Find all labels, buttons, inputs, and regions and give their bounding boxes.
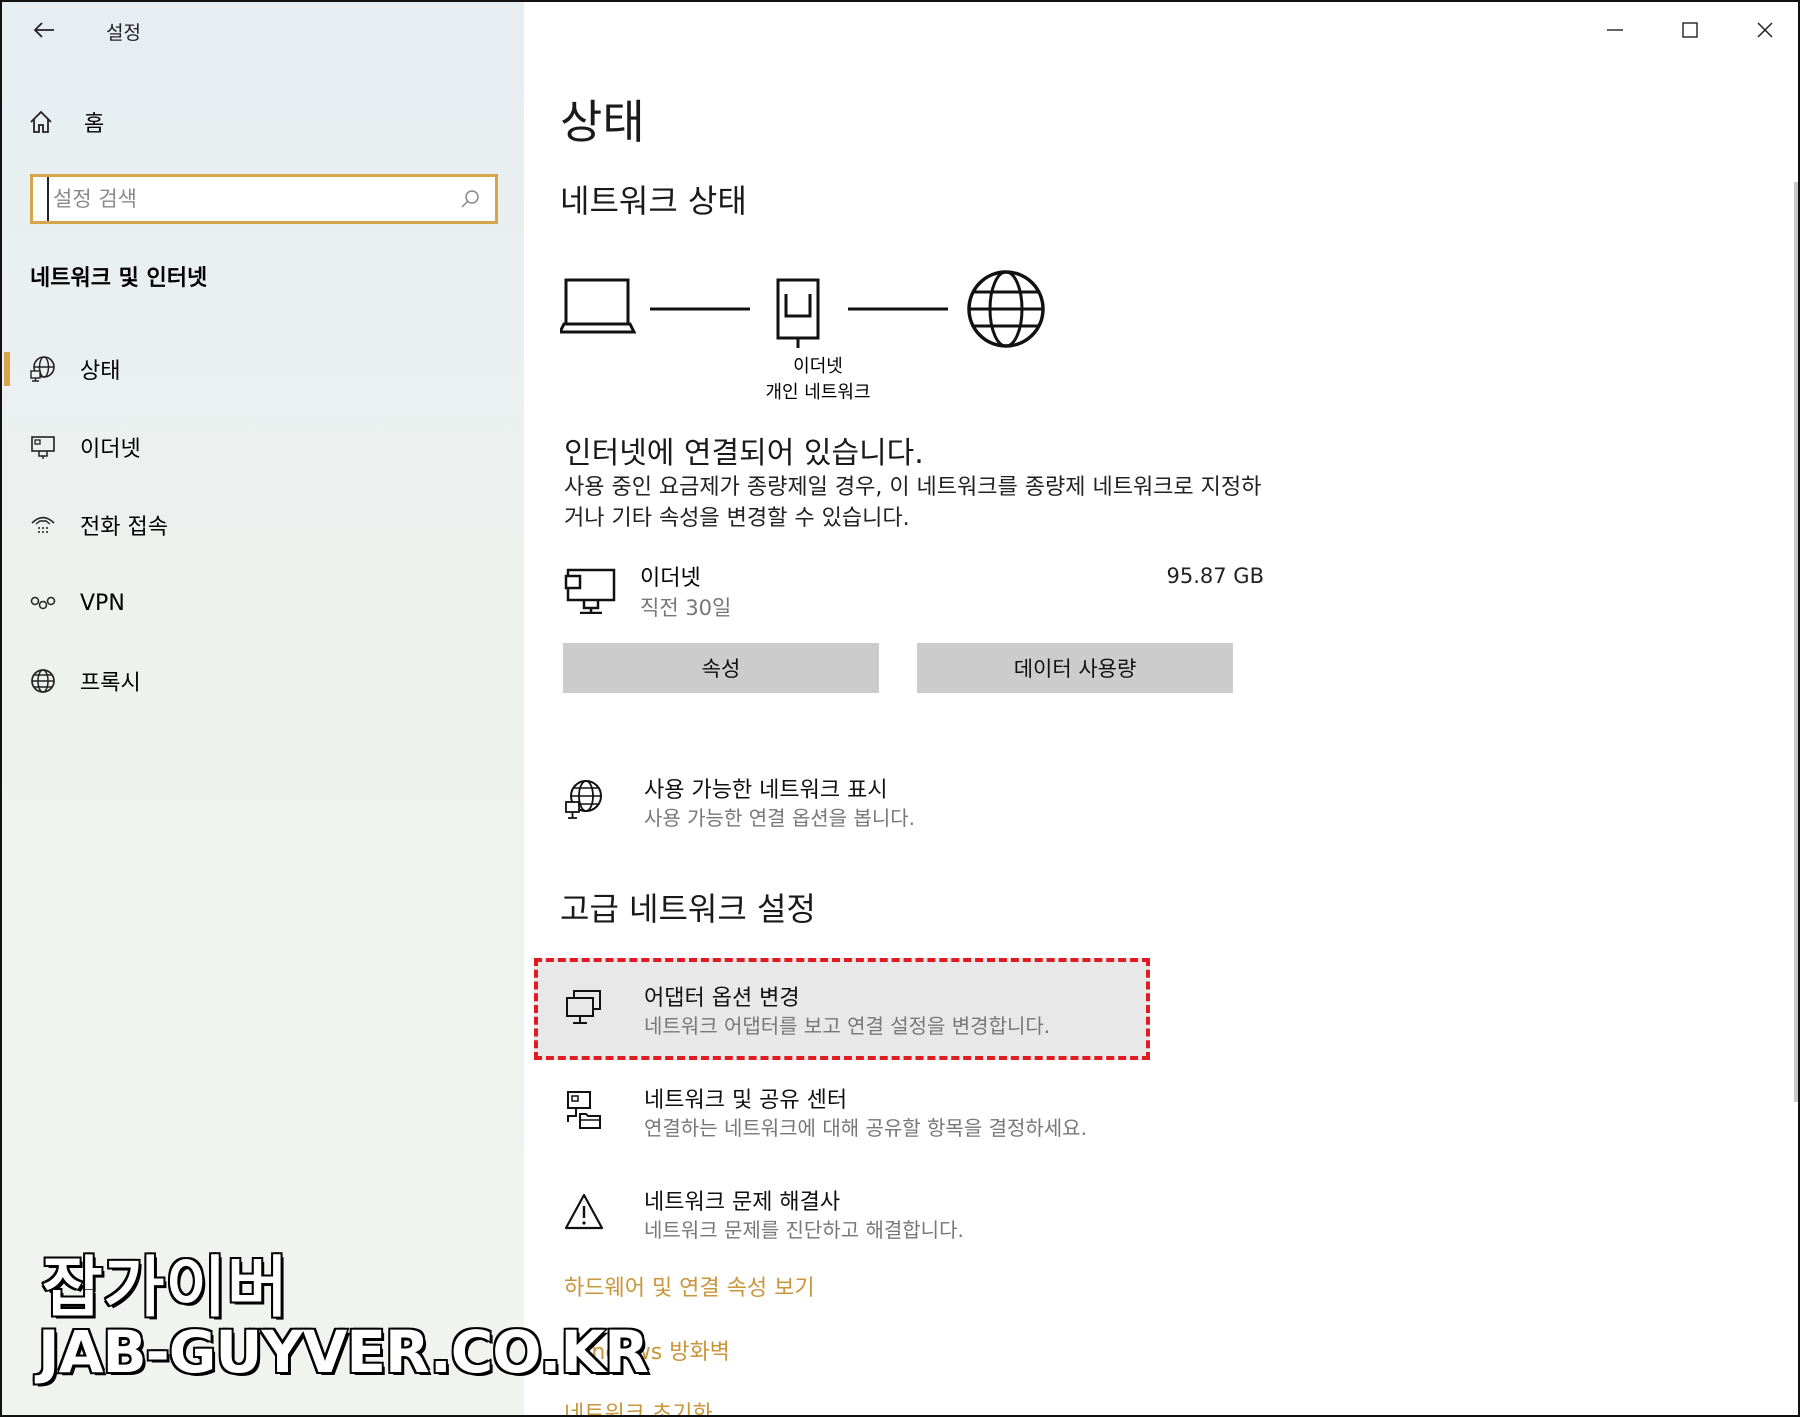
ethernet-icon <box>564 568 616 614</box>
sidebar: 설정 홈 네트워크 및 인터넷 <box>2 2 524 1415</box>
sidebar-item-proxy[interactable]: 프록시 <box>2 654 524 708</box>
show-networks-subtitle: 사용 가능한 연결 옵션을 봅니다. <box>644 806 915 830</box>
adapter-options-title: 어댑터 옵션 변경 <box>644 986 800 1011</box>
ethernet-name: 이더넷 <box>640 566 701 591</box>
internet-globe-icon <box>967 270 1045 348</box>
vpn-icon <box>28 588 58 618</box>
diagram-network-label: 개인 네트워크 <box>765 382 871 403</box>
maximize-button[interactable] <box>1652 2 1727 58</box>
sidebar-item-vpn[interactable]: VPN <box>2 576 524 630</box>
search-input[interactable] <box>47 177 459 221</box>
minimize-button[interactable] <box>1577 2 1652 58</box>
close-button[interactable] <box>1727 2 1798 58</box>
back-button[interactable] <box>26 12 62 48</box>
sidebar-item-dialup[interactable]: 전화 접속 <box>2 498 524 552</box>
sidebar-item-label: 전화 접속 <box>80 515 168 540</box>
minimize-icon <box>1606 29 1623 31</box>
back-arrow-icon <box>33 22 54 38</box>
show-available-networks-link[interactable]: 사용 가능한 네트워크 표시 사용 가능한 연결 옵션을 봅니다. <box>560 772 1260 842</box>
window-controls <box>1577 2 1798 58</box>
app-title: 설정 <box>106 22 141 44</box>
connection-status-text: 인터넷에 연결되어 있습니다. <box>564 436 924 471</box>
adapter-options-subtitle: 네트워크 어댑터를 보고 연결 설정을 변경합니다. <box>644 1014 1051 1038</box>
network-status-heading: 네트워크 상태 <box>560 182 747 220</box>
sharing-center-subtitle: 연결하는 네트워크에 대해 공유할 항목을 결정하세요. <box>644 1116 1087 1140</box>
sidebar-item-status[interactable]: 상태 <box>2 342 524 396</box>
globe-network-icon <box>564 778 604 822</box>
data-usage-button[interactable]: 데이터 사용량 <box>917 643 1233 693</box>
troubleshooter-subtitle: 네트워크 문제를 진단하고 해결합니다. <box>644 1218 964 1242</box>
watermark-title: 잡가이버 <box>41 1248 290 1328</box>
advanced-settings-heading: 고급 네트워크 설정 <box>560 890 816 928</box>
search-icon <box>461 190 479 208</box>
sidebar-item-ethernet[interactable]: 이더넷 <box>2 420 524 474</box>
close-icon <box>1756 22 1773 38</box>
sidebar-item-label: 이더넷 <box>80 437 141 462</box>
network-troubleshooter-link[interactable]: 네트워크 문제 해결사 네트워크 문제를 진단하고 해결합니다. <box>560 1184 1260 1254</box>
show-networks-title: 사용 가능한 네트워크 표시 <box>644 778 888 803</box>
sidebar-item-label: 상태 <box>80 359 121 384</box>
hardware-properties-link[interactable]: 하드웨어 및 연결 속성 보기 <box>564 1270 815 1302</box>
title-bar-left: 설정 <box>2 2 524 58</box>
globe-status-icon <box>28 354 58 384</box>
maximize-icon <box>1681 22 1698 38</box>
sidebar-item-label: VPN <box>80 590 125 616</box>
troubleshooter-title: 네트워크 문제 해결사 <box>644 1190 841 1215</box>
laptop-icon <box>560 278 637 334</box>
properties-button[interactable]: 속성 <box>563 643 879 693</box>
warning-icon <box>564 1190 604 1234</box>
diagram-adapter-label: 이더넷 <box>793 356 843 377</box>
sharing-center-title: 네트워크 및 공유 센터 <box>644 1088 848 1113</box>
ethernet-icon <box>28 432 58 462</box>
home-nav-item[interactable]: 홈 <box>28 102 498 142</box>
network-adapter-icon <box>564 986 604 1030</box>
sidebar-section-title: 네트워크 및 인터넷 <box>30 266 208 291</box>
home-label: 홈 <box>84 112 105 137</box>
main-content: 상태 네트워크 상태 이더넷 개인 네트워크 인터넷에 연결되어 있습니다. 사 <box>524 2 1798 1415</box>
globe-icon <box>28 666 58 696</box>
settings-window: 설정 홈 네트워크 및 인터넷 <box>0 0 1800 1417</box>
watermark-url: JAB-GUYVER.CO.KR <box>37 1317 651 1388</box>
sidebar-item-label: 프록시 <box>80 671 141 696</box>
change-adapter-options-link[interactable]: 어댑터 옵션 변경 네트워크 어댑터를 보고 연결 설정을 변경합니다. <box>560 980 1260 1050</box>
ethernet-usage-row: 이더넷 직전 30일 95.87 GB <box>564 558 1264 628</box>
network-reset-link[interactable]: 네트워크 초기화 <box>564 1396 713 1415</box>
metered-description: 사용 중인 요금제가 종량제일 경우, 이 네트워크를 종량제 네트워크로 지정… <box>564 475 1262 531</box>
home-icon <box>30 110 52 133</box>
scrollbar[interactable] <box>1794 182 1798 1102</box>
network-sharing-center-link[interactable]: 네트워크 및 공유 센터 연결하는 네트워크에 대해 공유할 항목을 결정하세요… <box>560 1082 1260 1152</box>
ethernet-period: 직전 30일 <box>640 596 732 620</box>
dialup-icon <box>28 510 58 540</box>
ethernet-adapter-icon <box>776 278 820 348</box>
settings-search-box[interactable] <box>30 174 498 224</box>
sharing-center-icon <box>564 1088 604 1132</box>
ethernet-data-usage: 95.87 GB <box>1166 564 1264 588</box>
page-title: 상태 <box>560 95 645 149</box>
